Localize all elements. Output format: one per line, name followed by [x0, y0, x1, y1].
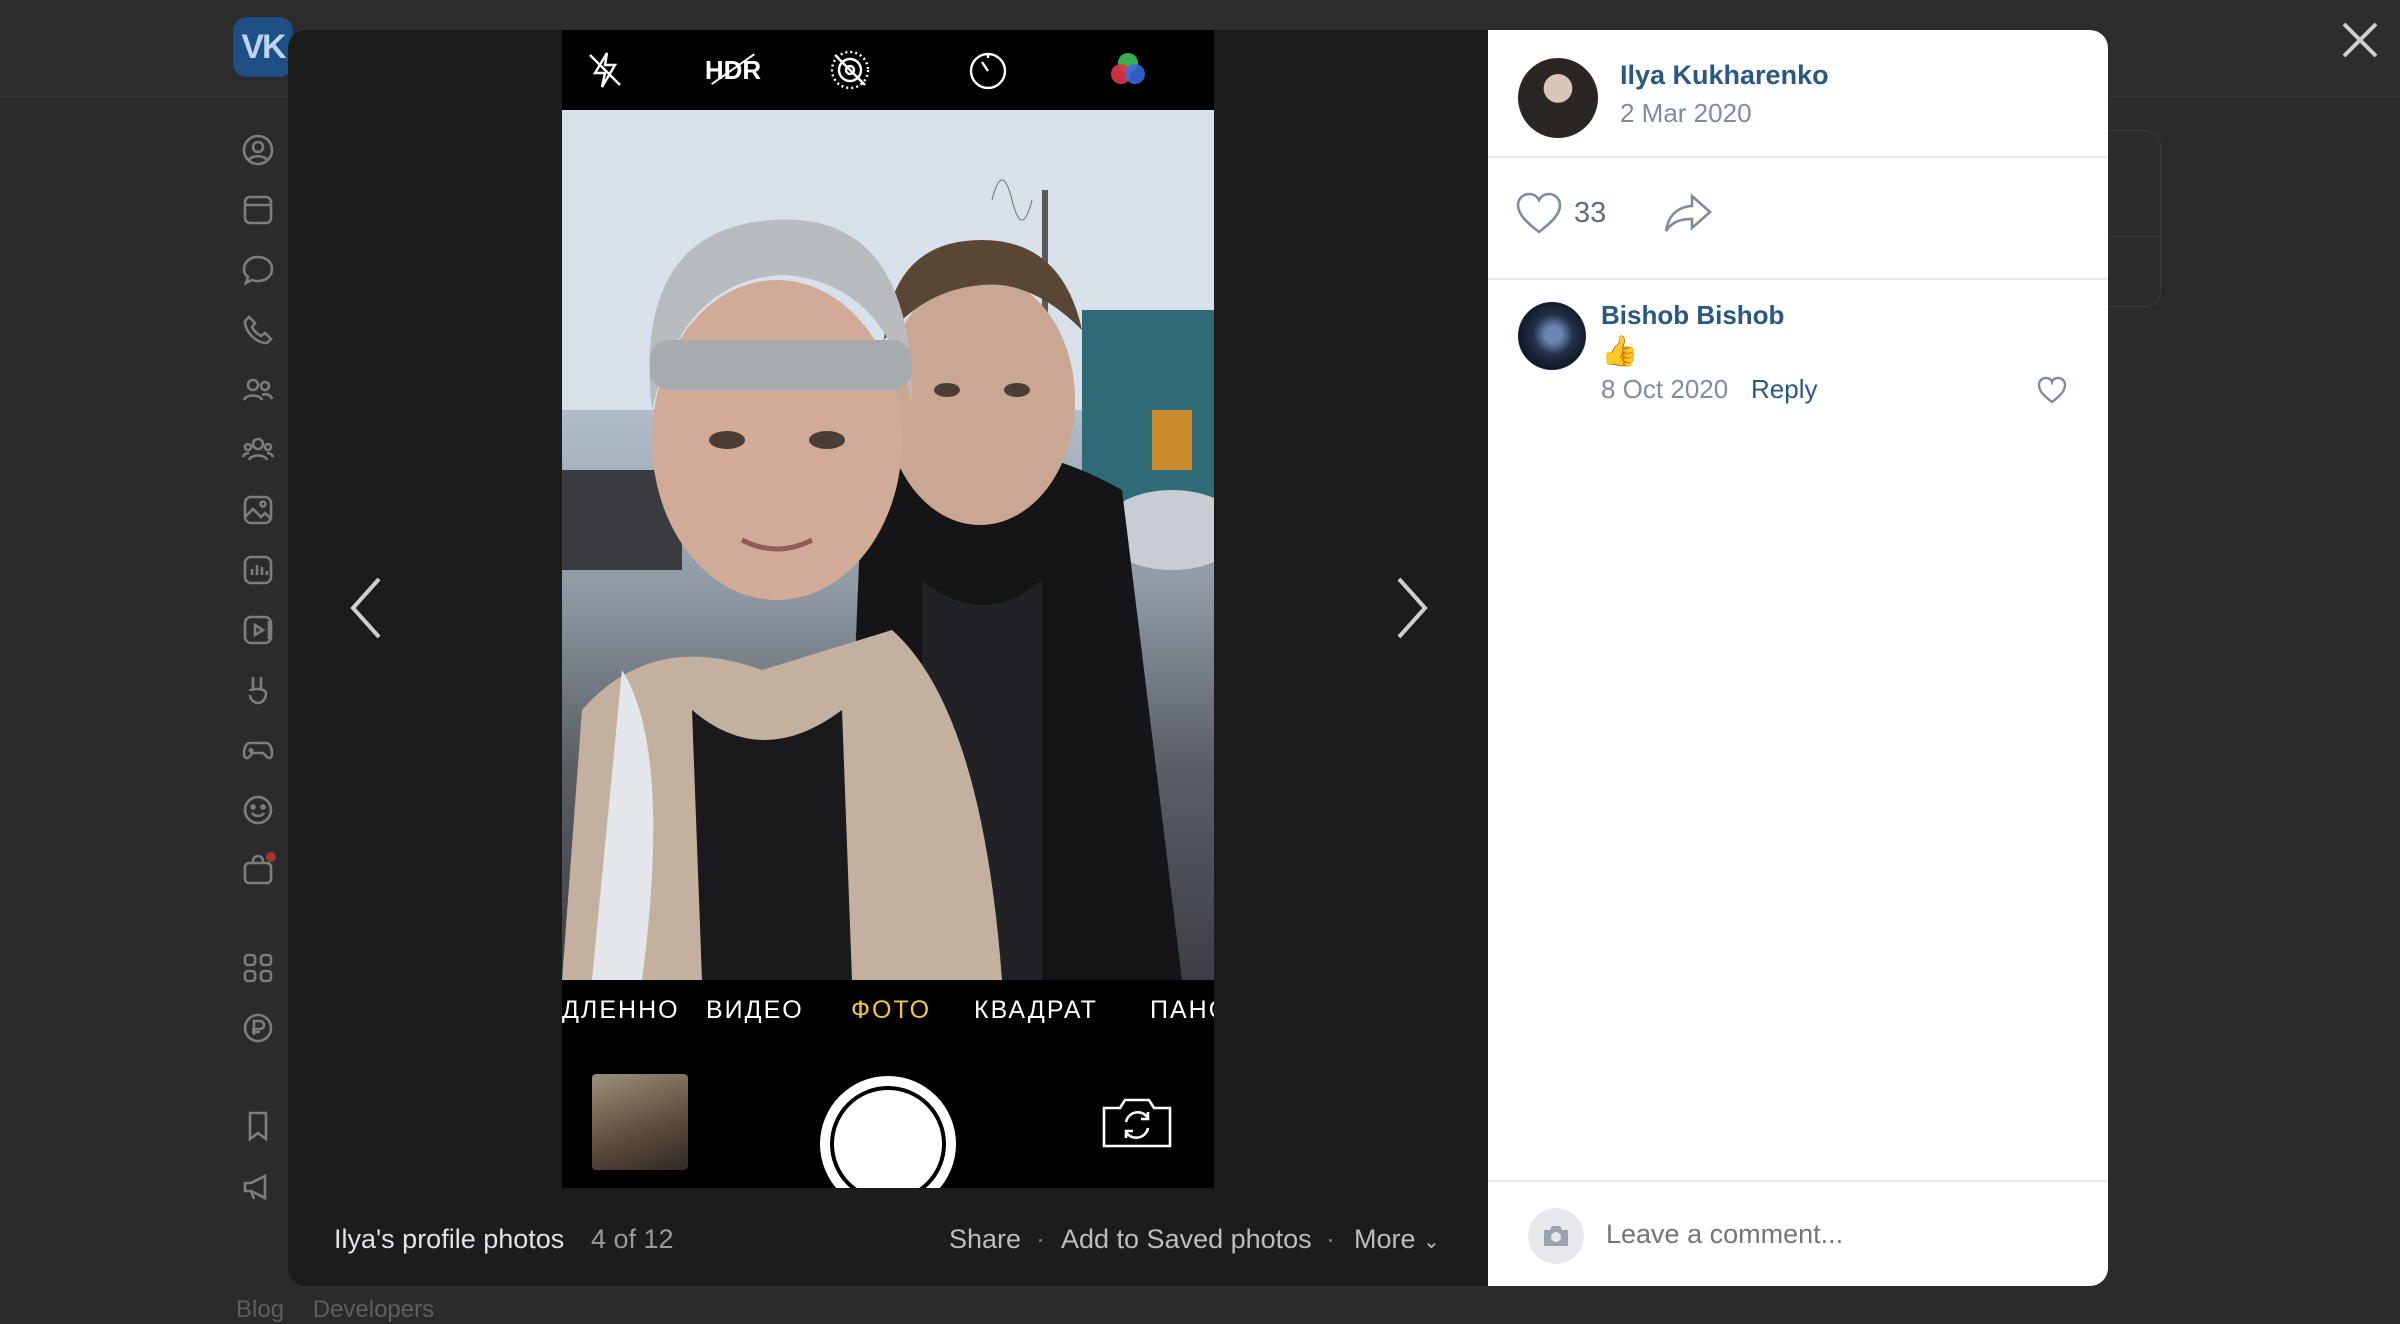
filters-icon: [1102, 44, 1154, 96]
photo-actions: 33: [1488, 158, 2108, 280]
friends-icon[interactable]: [238, 370, 278, 410]
flash-off-icon: [579, 44, 631, 96]
author-name[interactable]: Ilya Kukharenko: [1620, 60, 1829, 91]
services-icon[interactable]: [238, 948, 278, 988]
video-icon[interactable]: [238, 610, 278, 650]
chevron-down-icon: ⌄: [1423, 1231, 1440, 1253]
close-icon: [2342, 22, 2378, 58]
communities-icon[interactable]: [238, 430, 278, 470]
mode-pano: ПАНО: [1150, 996, 1214, 1024]
camera-bottom-bar: [562, 1040, 1214, 1188]
photo[interactable]: HDR ДЛЕННО ВИДЕО ФОТО КВАДРАТ ПАН: [562, 30, 1214, 1188]
commenter-avatar[interactable]: [1518, 302, 1586, 370]
close-viewer-button[interactable]: [2336, 16, 2384, 64]
selfie-image: [562, 110, 1214, 980]
commenter-name[interactable]: Bishob Bishob: [1601, 300, 1784, 331]
attach-photo-button[interactable]: [1528, 1208, 1584, 1264]
mode-square: КВАДРАТ: [974, 996, 1098, 1024]
pay-icon[interactable]: [238, 1008, 278, 1048]
photo-side-panel: Ilya Kukharenko 2 Mar 2020 33 Bishob Bis…: [1488, 30, 2108, 1286]
clips-icon[interactable]: [238, 670, 278, 710]
shutter-icon: [820, 1076, 956, 1188]
reply-button[interactable]: Reply: [1751, 374, 1817, 405]
photo-area: HDR ДЛЕННО ВИДЕО ФОТО КВАДРАТ ПАН Ilya's…: [288, 30, 1488, 1286]
camera-mode-selector: ДЛЕННО ВИДЕО ФОТО КВАДРАТ ПАНО: [562, 980, 1214, 1040]
timer-icon: [962, 44, 1014, 96]
notification-dot: [266, 852, 276, 862]
profile-icon[interactable]: [238, 130, 278, 170]
like-count: 33: [1574, 196, 1607, 229]
hdr-off-icon: HDR: [704, 54, 762, 85]
ads-icon[interactable]: [238, 1166, 278, 1206]
comment-input[interactable]: [1604, 1218, 2088, 1251]
more-label: More: [1354, 1224, 1416, 1254]
page-footer: Blog Developers: [236, 1296, 456, 1324]
separator: ·: [1326, 1224, 1335, 1254]
share-button[interactable]: [1662, 190, 1714, 241]
footer-link-developers[interactable]: Developers: [313, 1296, 434, 1323]
bookmarks-icon[interactable]: [238, 1106, 278, 1146]
share-icon: [1664, 193, 1712, 232]
news-icon[interactable]: [238, 190, 278, 230]
separator: ·: [1036, 1224, 1045, 1254]
camera-top-bar: HDR: [562, 30, 1214, 110]
comment-composer: [1488, 1180, 2108, 1286]
heart-icon: [2037, 376, 2067, 404]
share-link[interactable]: Share: [949, 1224, 1021, 1255]
save-to-saved-photos-link[interactable]: Add to Saved photos: [1061, 1224, 1312, 1255]
comment-date[interactable]: 8 Oct 2020: [1601, 374, 1728, 405]
flip-camera-icon: [1100, 1094, 1174, 1150]
photo-caption-bar: Ilya's profile photos 4 of 12 Share · Ad…: [288, 1216, 1488, 1266]
last-photo-thumbnail: [592, 1074, 688, 1170]
games-icon[interactable]: [238, 730, 278, 770]
post-date[interactable]: 2 Mar 2020: [1620, 98, 1752, 129]
author-avatar[interactable]: [1518, 58, 1598, 138]
mode-slowmo: ДЛЕННО: [562, 996, 680, 1024]
photo-counter: 4 of 12: [591, 1224, 674, 1254]
album-link[interactable]: Ilya's profile photos: [334, 1224, 564, 1255]
more-menu-button[interactable]: More ⌄: [1354, 1224, 1440, 1255]
camera-icon: [1544, 1226, 1568, 1246]
prev-photo-button[interactable]: [342, 568, 392, 648]
photo-viewer: HDR ДЛЕННО ВИДЕО ФОТО КВАДРАТ ПАН Ilya's…: [288, 30, 2108, 1286]
like-button[interactable]: 33: [1514, 190, 1606, 236]
comment-text: 👍: [1601, 335, 1639, 368]
stickers-icon[interactable]: [238, 790, 278, 830]
music-icon[interactable]: [238, 550, 278, 590]
next-photo-button[interactable]: [1386, 568, 1436, 648]
vk-logo[interactable]: VK: [233, 17, 293, 77]
mode-photo: ФОТО: [851, 996, 932, 1024]
messages-icon[interactable]: [238, 250, 278, 290]
photos-icon[interactable]: [238, 490, 278, 530]
chevron-left-icon: [350, 577, 381, 639]
heart-icon: [1516, 192, 1562, 234]
market-icon[interactable]: [238, 850, 278, 890]
footer-link-blog[interactable]: Blog: [236, 1296, 284, 1323]
calls-icon[interactable]: [238, 310, 278, 350]
author-block: Ilya Kukharenko 2 Mar 2020: [1488, 30, 2108, 158]
mode-video: ВИДЕО: [706, 996, 804, 1024]
live-photo-off-icon: [824, 44, 876, 96]
chevron-right-icon: [1397, 577, 1428, 639]
comment-like-button[interactable]: [2036, 376, 2068, 409]
